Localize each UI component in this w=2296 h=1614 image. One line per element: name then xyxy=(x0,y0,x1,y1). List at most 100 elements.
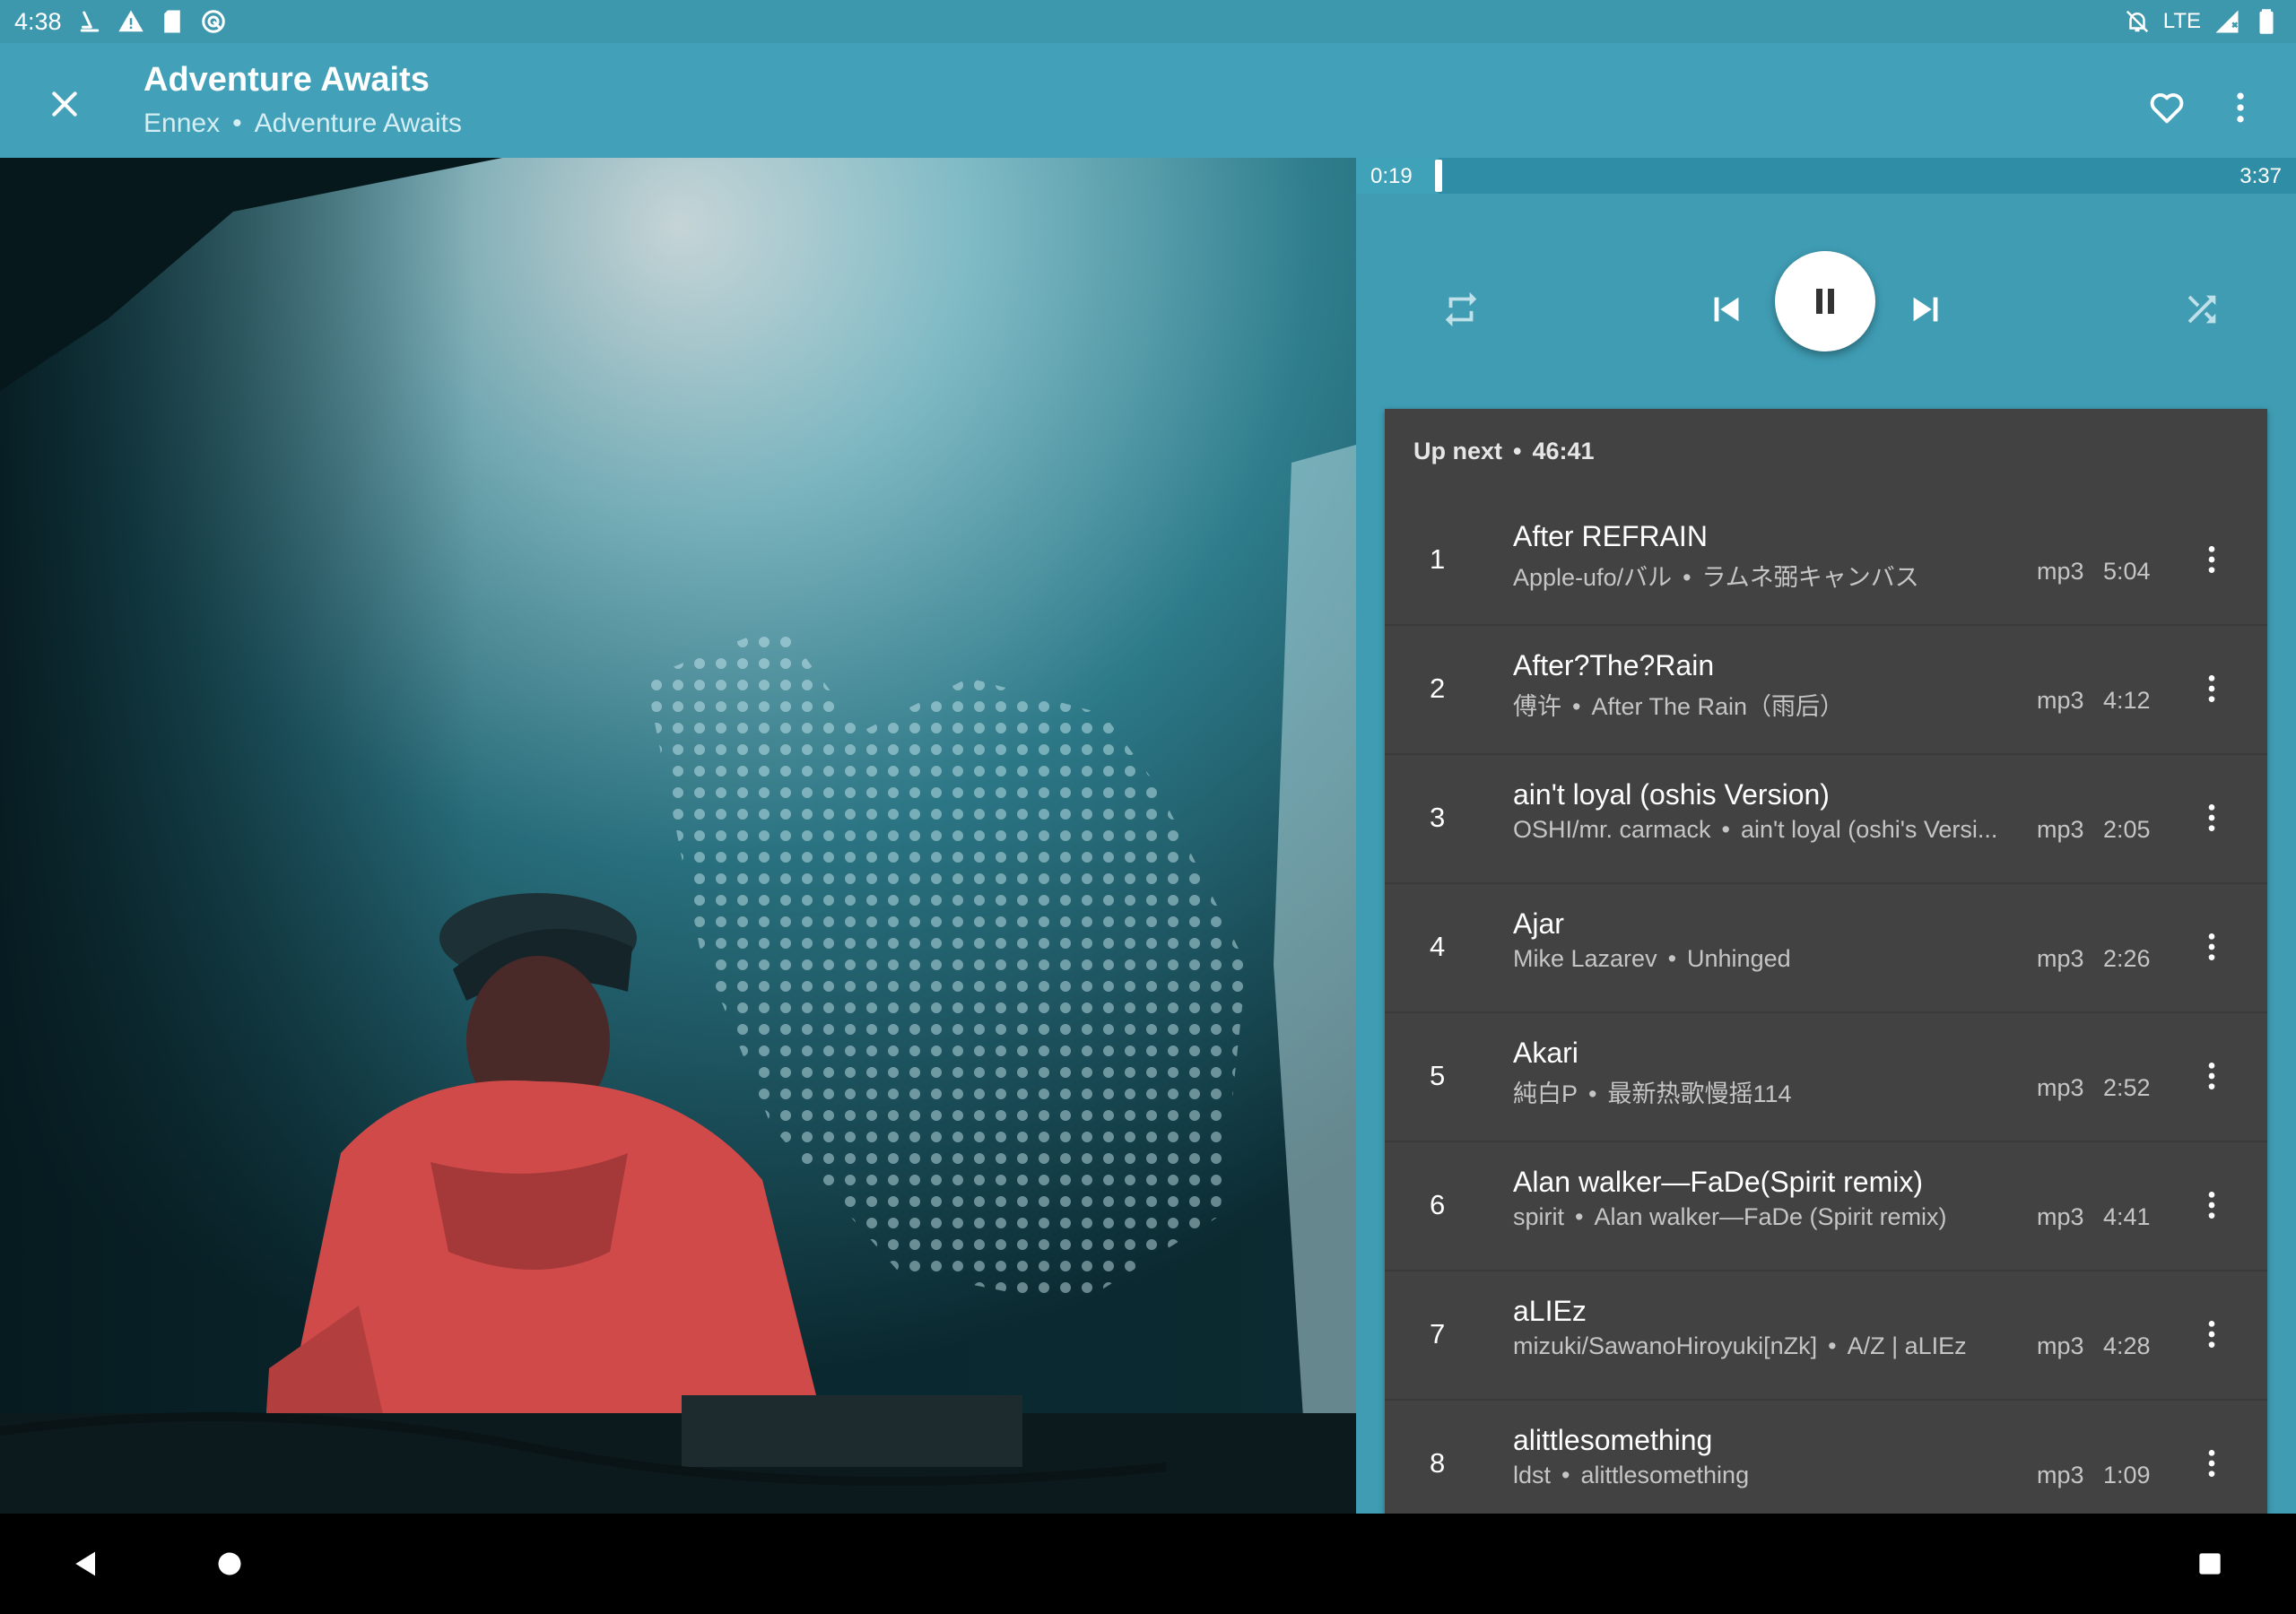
separator: • xyxy=(1561,1462,1570,1488)
battery-icon xyxy=(2253,8,2280,35)
recents-button[interactable] xyxy=(2183,1537,2237,1591)
queue-item-more-button[interactable] xyxy=(2190,665,2233,712)
separator: • xyxy=(1513,438,1522,464)
queue-item[interactable]: 8 alittlesomething ldst • alittlesomething… xyxy=(1385,1399,2267,1514)
seek-bar-thumb[interactable] xyxy=(1435,160,1443,192)
queue-item-more-button[interactable] xyxy=(2190,1311,2233,1358)
album-art-image xyxy=(0,158,1356,1514)
queue-item-duration: 5:04 xyxy=(2103,558,2151,585)
back-triangle-icon xyxy=(75,1551,95,1576)
separator: • xyxy=(1575,1203,1584,1230)
home-button[interactable] xyxy=(203,1537,257,1591)
play-pause-button[interactable] xyxy=(1775,251,1875,351)
queue-item-duration: 4:28 xyxy=(2103,1332,2151,1359)
queue-item-subtitle: 傅许 • After The Rain（雨后） xyxy=(1513,687,2015,722)
separator: • xyxy=(1721,816,1730,843)
queue-item-title: ain't loyal (oshis Version) xyxy=(1513,778,1830,811)
repeat-button[interactable] xyxy=(1430,278,1492,341)
queue-item-artist: spirit xyxy=(1513,1203,1565,1230)
more-vert-icon xyxy=(2208,1192,2215,1219)
queue-item-number: 7 xyxy=(1430,1318,1446,1349)
queue-item[interactable]: 4 Ajar Mike Lazarev • Unhinged mp3 2:26 xyxy=(1385,882,2267,1013)
signal-icon xyxy=(2213,8,2240,35)
queue-item[interactable]: 3 ain't loyal (oshis Version) OSHI/mr. c… xyxy=(1385,753,2267,884)
queue-item-format: mp3 xyxy=(2037,816,2084,843)
status-time: 4:38 xyxy=(14,7,62,35)
track-subtitle: Ennex • Adventure Awaits xyxy=(144,108,462,139)
home-circle-icon xyxy=(218,1552,241,1575)
status-bar: 4:38 LTE xyxy=(0,0,2296,43)
more-options-button[interactable] xyxy=(2213,75,2267,140)
queue-item-album: ain't loyal (oshi's Versi... xyxy=(1740,816,1998,843)
back-button[interactable] xyxy=(59,1537,113,1591)
track-artist[interactable]: Ennex xyxy=(144,108,220,138)
seek-bar[interactable]: 0:19 3:37 xyxy=(1356,158,2296,194)
up-next-queue: Up next • 46:41 1 After REFRAIN Apple-ufo/… xyxy=(1385,409,2267,1514)
queue-item-duration: 4:12 xyxy=(2103,687,2151,714)
network-label: LTE xyxy=(2162,9,2201,33)
queue-item-format: mp3 xyxy=(2037,687,2084,714)
sd-card-icon xyxy=(159,8,186,35)
navigation-bar xyxy=(0,1514,2296,1614)
queue-item-subtitle: Mike Lazarev • Unhinged xyxy=(1513,945,2015,973)
more-vert-icon xyxy=(2208,1321,2215,1348)
queue-item[interactable]: 1 After REFRAIN Apple-ufo/バル • ラムネ弼キャンバス m… xyxy=(1385,495,2267,626)
separator: • xyxy=(1572,693,1581,720)
queue-item-subtitle: ldst • alittlesomething xyxy=(1513,1462,2015,1489)
more-vert-icon xyxy=(2237,92,2244,123)
next-button[interactable] xyxy=(1894,278,1957,341)
queue-label: Up next xyxy=(1413,438,1503,464)
separator: • xyxy=(1667,945,1677,972)
queue-item-album: alittlesomething xyxy=(1580,1462,1750,1488)
queue-item-more-button[interactable] xyxy=(2190,1182,2233,1228)
queue-item-subtitle: OSHI/mr. carmack • ain't loyal (oshi's Ver… xyxy=(1513,816,2015,844)
previous-button[interactable] xyxy=(1695,278,1758,341)
queue-item-format: mp3 xyxy=(2037,1462,2084,1488)
pause-icon xyxy=(1816,289,1834,314)
queue-item[interactable]: 5 Akari 純白P • 最新热歌慢摇114 mp3 2:52 xyxy=(1385,1011,2267,1142)
queue-item-title: After?The?Rain xyxy=(1513,649,1715,681)
app-bar: Adventure Awaits Ennex • Adventure Awaits xyxy=(0,43,2296,158)
separator: • xyxy=(1828,1332,1837,1359)
queue-item[interactable]: 6 Alan walker—FaDe(Spirit remix) spirit •… xyxy=(1385,1141,2267,1271)
queue-header: Up next • 46:41 xyxy=(1413,438,1595,465)
queue-item-number: 6 xyxy=(1430,1189,1446,1220)
queue-item-format: mp3 xyxy=(2037,1332,2084,1359)
queue-item-number: 8 xyxy=(1430,1447,1446,1479)
track-title: Adventure Awaits xyxy=(144,61,430,99)
queue-item-duration: 2:26 xyxy=(2103,945,2151,972)
queue-item-more-button[interactable] xyxy=(2190,924,2233,970)
track-album[interactable]: Adventure Awaits xyxy=(255,108,462,138)
close-button[interactable] xyxy=(34,74,95,134)
queue-item-title: alittlesomething xyxy=(1513,1424,1713,1456)
queue-item-duration: 2:52 xyxy=(2103,1074,2151,1101)
queue-item-artist: 傅许 xyxy=(1513,693,1561,720)
skip-previous-icon xyxy=(1714,297,1739,322)
shuffle-icon xyxy=(2187,295,2216,324)
queue-item-artist: Apple-ufo/バル xyxy=(1513,564,1673,591)
queue-item-subtitle: spirit • Alan walker—FaDe (Spirit remix) xyxy=(1513,1203,2015,1231)
queue-item-more-button[interactable] xyxy=(2190,536,2233,583)
queue-item-title: After REFRAIN xyxy=(1513,520,1708,552)
queue-item[interactable]: 7 aLIEz mizuki/SawanoHiroyuki[nZk] • A/Z |… xyxy=(1385,1270,2267,1401)
queue-item-more-button[interactable] xyxy=(2190,1440,2233,1487)
queue-item-more-button[interactable] xyxy=(2190,1053,2233,1099)
separator: • xyxy=(1683,564,1692,591)
queue-item-artist: ldst xyxy=(1513,1462,1552,1488)
elapsed-time: 0:19 xyxy=(1370,164,1413,188)
more-vert-icon xyxy=(2208,675,2215,702)
queue-item-subtitle: mizuki/SawanoHiroyuki[nZk] • A/Z | aLIEz xyxy=(1513,1332,2015,1360)
queue-item-title: aLIEz xyxy=(1513,1295,1587,1327)
download-icon xyxy=(76,8,103,35)
queue-item-more-button[interactable] xyxy=(2190,794,2233,841)
recents-square-icon xyxy=(2199,1553,2221,1575)
queue-item-number: 4 xyxy=(1430,931,1446,962)
more-vert-icon xyxy=(2208,546,2215,573)
queue-item[interactable]: 2 After?The?Rain 傅许 • After The Rain（雨后） m… xyxy=(1385,624,2267,755)
more-vert-icon xyxy=(2208,804,2215,831)
favorite-button[interactable] xyxy=(2135,75,2199,140)
queue-item-title: Akari xyxy=(1513,1037,1578,1069)
queue-item-subtitle: 純白P • 最新热歌慢摇114 xyxy=(1513,1074,2015,1109)
shuffle-button[interactable] xyxy=(2170,278,2233,341)
separator: • xyxy=(232,108,242,138)
